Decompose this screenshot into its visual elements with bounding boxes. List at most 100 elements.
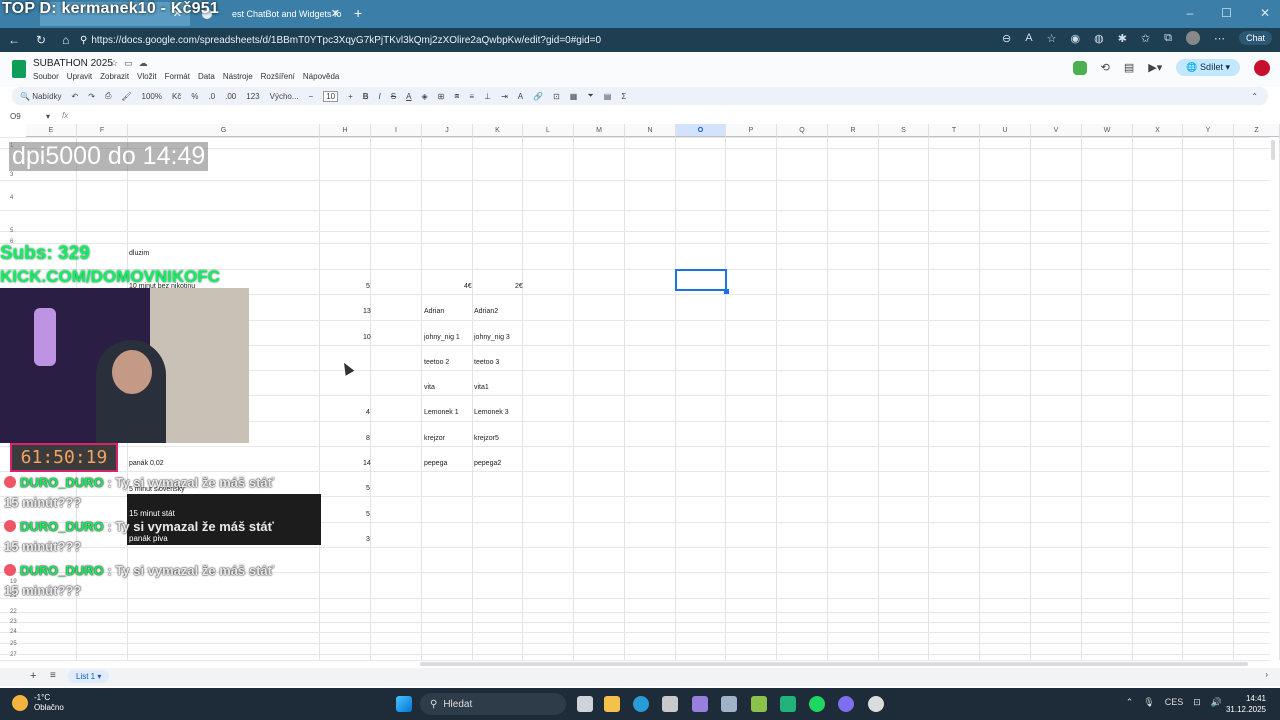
cell-h[interactable]: 10 (363, 334, 371, 341)
fill-color-icon[interactable]: ◈ (421, 92, 427, 101)
collections-icon[interactable]: ⧉ (1164, 32, 1172, 45)
explore-icon[interactable]: › (1265, 670, 1268, 679)
cell-h[interactable]: 5 (366, 511, 370, 518)
cell-j[interactable]: Adrian (424, 308, 444, 315)
cell-h[interactable]: 14 (363, 460, 371, 467)
cell-j[interactable]: krejzor (424, 435, 445, 442)
name-box[interactable]: O9 (10, 112, 21, 121)
column-header-l[interactable]: L (523, 124, 574, 137)
row-number[interactable]: 4 (0, 195, 26, 201)
all-sheets-icon[interactable]: ≡ (50, 670, 56, 681)
column-header-u[interactable]: U (980, 124, 1031, 137)
menu-format[interactable]: Formát (165, 72, 190, 81)
row-number[interactable]: 27 (0, 652, 26, 658)
font-size-input[interactable]: 10 (323, 90, 339, 102)
column-header-s[interactable]: S (879, 124, 929, 137)
align-icon[interactable]: ≡ (469, 92, 474, 101)
discord-icon[interactable] (838, 696, 854, 712)
language-indicator[interactable]: CES (1165, 697, 1184, 708)
comments-icon[interactable]: ▤ (1124, 61, 1134, 74)
tray-overflow-icon[interactable]: ⌃ (1126, 697, 1134, 708)
cell-j[interactable]: pepega (424, 460, 447, 467)
extension-icon[interactable]: ◍ (1094, 32, 1104, 45)
column-header-w[interactable]: W (1082, 124, 1133, 137)
print-icon[interactable]: ⎙ (105, 91, 111, 101)
italic-icon[interactable]: I (379, 92, 381, 101)
increase-decimals[interactable]: .00 (225, 92, 236, 101)
percent-format[interactable]: % (191, 92, 198, 101)
font-size-decrease[interactable]: − (309, 92, 314, 101)
cell-k[interactable]: teetoo 3 (474, 359, 499, 366)
row-number[interactable]: 25 (0, 641, 26, 647)
read-aloud-icon[interactable]: A (1025, 32, 1032, 44)
vertical-scrollbar[interactable] (1271, 140, 1275, 160)
fill-handle[interactable] (724, 289, 729, 294)
menu-edit[interactable]: Upravit (67, 72, 92, 81)
menu-file[interactable]: Soubor (33, 72, 59, 81)
cell-k[interactable]: vita1 (474, 384, 489, 391)
cell-g-panak[interactable]: panák 0,02 (129, 460, 164, 467)
cell-j[interactable]: johny_nig 1 (424, 334, 460, 341)
borders-icon[interactable]: ⊞ (438, 92, 445, 101)
cell-h[interactable]: 5 (366, 283, 370, 290)
maximize-icon[interactable]: ☐ (1221, 6, 1232, 20)
decrease-decimals[interactable]: .0 (208, 92, 215, 101)
cell-j[interactable]: Lemonek 1 (424, 409, 459, 416)
column-header-n[interactable]: N (625, 124, 676, 137)
column-header-z[interactable]: Z (1234, 124, 1280, 137)
font-size-increase[interactable]: + (348, 92, 353, 101)
cell-k[interactable]: johny_nig 3 (474, 334, 510, 341)
zoom-select[interactable]: 100% (142, 92, 162, 101)
close-tab-icon[interactable]: ✕ (331, 7, 340, 20)
horizontal-scrollbar[interactable] (420, 662, 1248, 666)
strikethrough-icon[interactable]: S (391, 92, 396, 101)
column-header-x[interactable]: X (1133, 124, 1183, 137)
redo-icon[interactable]: ↷ (88, 92, 95, 101)
merge-cells-icon[interactable]: ⧈ (454, 91, 459, 101)
cell-j[interactable]: vita (424, 384, 435, 391)
column-header-e[interactable]: E (26, 124, 77, 137)
menu-data[interactable]: Data (198, 72, 215, 81)
menu-help[interactable]: Nápověda (303, 72, 339, 81)
network-icon[interactable]: ⊡ (1193, 697, 1201, 708)
home-icon[interactable]: ⌂ (62, 33, 69, 47)
bold-icon[interactable]: B (363, 92, 369, 101)
number-format[interactable]: 123 (246, 92, 259, 101)
app-icon[interactable] (780, 696, 796, 712)
cell-h[interactable]: 3 (366, 536, 370, 543)
more-menu-icon[interactable]: ⋯ (1214, 32, 1225, 45)
cell-k[interactable]: pepega2 (474, 460, 501, 467)
back-icon[interactable]: ← (8, 33, 20, 47)
column-header-h[interactable]: H (320, 124, 371, 137)
cell-h[interactable]: 4 (366, 409, 370, 416)
filter-icon[interactable]: ⏷ (587, 91, 593, 101)
spotify-icon[interactable] (809, 696, 825, 712)
sheet-tab-list1[interactable]: List 1 ▾ (68, 670, 110, 683)
functions-icon[interactable]: Σ (621, 92, 626, 101)
taskbar-clock[interactable]: 14:41 31.12.2025 (1226, 693, 1266, 715)
meet-icon[interactable]: ▶▾ (1148, 61, 1162, 74)
favorite-icon[interactable]: ☆ (1047, 32, 1057, 45)
search-menus[interactable]: 🔍 Nabídky (20, 92, 62, 101)
account-avatar[interactable] (1254, 59, 1270, 76)
column-header-k[interactable]: K (473, 124, 523, 137)
cell-k[interactable]: Adrian2 (474, 308, 498, 315)
currency-format[interactable]: Kč (172, 92, 181, 101)
profile-avatar[interactable] (1185, 31, 1200, 45)
site-info-icon[interactable]: ⚲ (80, 35, 87, 46)
column-header-i[interactable]: I (371, 124, 422, 137)
menu-insert[interactable]: Vložit (137, 72, 157, 81)
star-icon[interactable]: ☆ (110, 58, 118, 69)
wrap-icon[interactable]: ⇥ (501, 92, 508, 101)
cell-k-header[interactable]: 2€ (515, 283, 523, 290)
volume-icon[interactable]: 🔊 (1211, 697, 1222, 708)
rotate-icon[interactable]: A (518, 92, 523, 101)
row-number[interactable]: 5 (0, 228, 26, 234)
new-tab-icon[interactable]: + (354, 5, 362, 21)
column-header-g[interactable]: G (128, 124, 320, 137)
url-field[interactable]: https://docs.google.com/spreadsheets/d/1… (91, 35, 601, 46)
cell-g-dluzim[interactable]: dluzim (129, 250, 149, 257)
task-view-icon[interactable] (577, 696, 593, 712)
font-select[interactable]: Výcho... (270, 92, 299, 101)
cell-k[interactable]: krejzor5 (474, 435, 499, 442)
